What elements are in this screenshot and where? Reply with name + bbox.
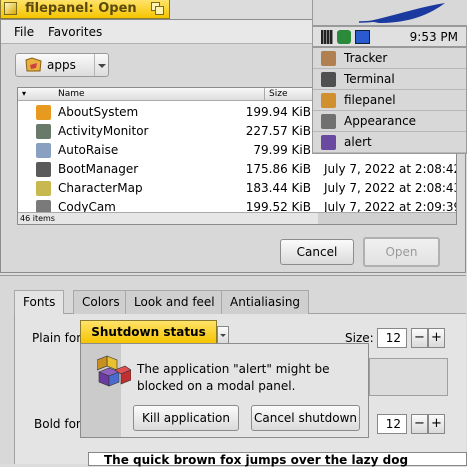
kill-application-button[interactable]: Kill application: [133, 405, 239, 431]
app-icon: [36, 105, 51, 120]
menu-favorites[interactable]: Favorites: [48, 25, 102, 39]
app-icon: [321, 114, 336, 129]
directory-menu-button[interactable]: apps: [15, 53, 109, 77]
open-button[interactable]: Open: [363, 237, 440, 267]
app-icon: [321, 51, 336, 66]
file-size: 183.44 KiB: [245, 181, 311, 195]
column-name[interactable]: Name: [58, 88, 85, 100]
file-size: 199.94 KiB: [245, 105, 311, 119]
window-title: filepanel: Open: [25, 1, 137, 16]
file-size: 79.99 KiB: [253, 143, 311, 157]
file-size: 227.57 KiB: [245, 124, 311, 138]
cancel-shutdown-button[interactable]: Cancel shutdown: [251, 405, 360, 431]
app-icon: [321, 93, 336, 108]
deskbar-item-label: Tracker: [344, 51, 388, 65]
filepanel-title-tab[interactable]: filepanel: Open: [0, 0, 170, 19]
app-icon: [36, 162, 51, 177]
menu-file[interactable]: File: [14, 25, 34, 39]
deskbar-item-label: alert: [344, 135, 372, 149]
tab-colors[interactable]: Colors: [73, 290, 129, 314]
font-menu-arrow-icon[interactable]: [217, 326, 229, 344]
table-row[interactable]: BootManager 175.86 KiB July 7, 2022 at 2:0…: [18, 160, 456, 179]
deskbar-item-alert[interactable]: alert: [313, 132, 466, 153]
deskbar-logo[interactable]: [312, 0, 467, 26]
app-icon: [321, 72, 336, 87]
shutdown-title-tab[interactable]: Shutdown status: [80, 320, 217, 343]
file-size: 175.86 KiB: [245, 162, 311, 176]
deskbar-tray: 9:53 PM: [312, 26, 467, 47]
deskbar-item-terminal[interactable]: Terminal: [313, 69, 466, 90]
column-size[interactable]: Size: [264, 88, 287, 100]
bold-font-label: Bold fon: [34, 417, 84, 431]
cancel-button[interactable]: Cancel: [280, 239, 354, 265]
deskbar-item-appearance[interactable]: Appearance: [313, 111, 466, 132]
workspaces-icon[interactable]: [355, 30, 370, 44]
deskbar-item-tracker[interactable]: Tracker: [313, 48, 466, 69]
horizontal-scrollbar[interactable]: [318, 212, 456, 224]
shutdown-alert: The application "alert" might be blocked…: [80, 343, 369, 438]
app-icon: [321, 135, 336, 150]
directory-label: apps: [47, 58, 76, 72]
clock[interactable]: 9:53 PM: [410, 30, 458, 44]
deskbar-item-label: filepanel: [344, 93, 396, 107]
tab-look-and-feel[interactable]: Look and feel: [125, 290, 224, 314]
file-name: CharacterMap: [58, 181, 143, 195]
file-name: ActivityMonitor: [58, 124, 149, 138]
plain-size-decrement[interactable]: −: [411, 328, 428, 348]
close-box-icon[interactable]: [4, 2, 17, 15]
leaf-logo-icon: [358, 3, 445, 23]
file-name: AboutSystem: [58, 105, 139, 119]
plain-size-field[interactable]: 12: [377, 328, 407, 348]
zoom-box-icon[interactable]: [151, 2, 164, 15]
bold-size-field[interactable]: 12: [377, 414, 407, 434]
file-name: AutoRaise: [58, 143, 119, 157]
app-icon: [36, 181, 51, 196]
app-icon: [36, 143, 51, 158]
sort-arrow-icon: ▾: [22, 89, 27, 98]
chevron-down-icon: [94, 54, 108, 76]
appearance-tabs: Fonts Colors Look and feel Antialiasing: [14, 290, 466, 315]
deskbar-item-filepanel[interactable]: filepanel: [313, 90, 466, 111]
item-count: 46 items: [18, 212, 318, 224]
plain-size-increment[interactable]: +: [428, 328, 445, 348]
file-date: July 7, 2022 at 2:08:42 A: [324, 162, 457, 176]
alert-message: The application "alert" might be blocked…: [137, 362, 330, 393]
alert-cubes-icon: [97, 355, 131, 387]
plain-font-preview: [369, 358, 448, 396]
deskbar-item-label: Terminal: [344, 72, 395, 86]
file-name: BootManager: [58, 162, 139, 176]
app-icon: [36, 124, 51, 139]
bold-size-decrement[interactable]: −: [411, 414, 428, 434]
cpu-meter-icon[interactable]: [321, 30, 333, 44]
plain-font-label: Plain fon: [32, 331, 84, 345]
network-icon[interactable]: [337, 30, 351, 44]
sample-text: The quick brown fox jumps over the lazy …: [104, 453, 409, 467]
deskbar-app-list: Tracker Terminal filepanel Appearance alert: [312, 47, 467, 154]
tab-fonts[interactable]: Fonts: [14, 290, 65, 315]
tab-antialiasing[interactable]: Antialiasing: [221, 290, 310, 314]
bold-size-increment[interactable]: +: [428, 414, 445, 434]
deskbar-item-label: Appearance: [344, 114, 417, 128]
folder-icon: [25, 57, 42, 72]
file-date: July 7, 2022 at 2:08:43 A: [324, 181, 457, 195]
table-row[interactable]: CharacterMap 183.44 KiB July 7, 2022 at 2:…: [18, 179, 456, 198]
